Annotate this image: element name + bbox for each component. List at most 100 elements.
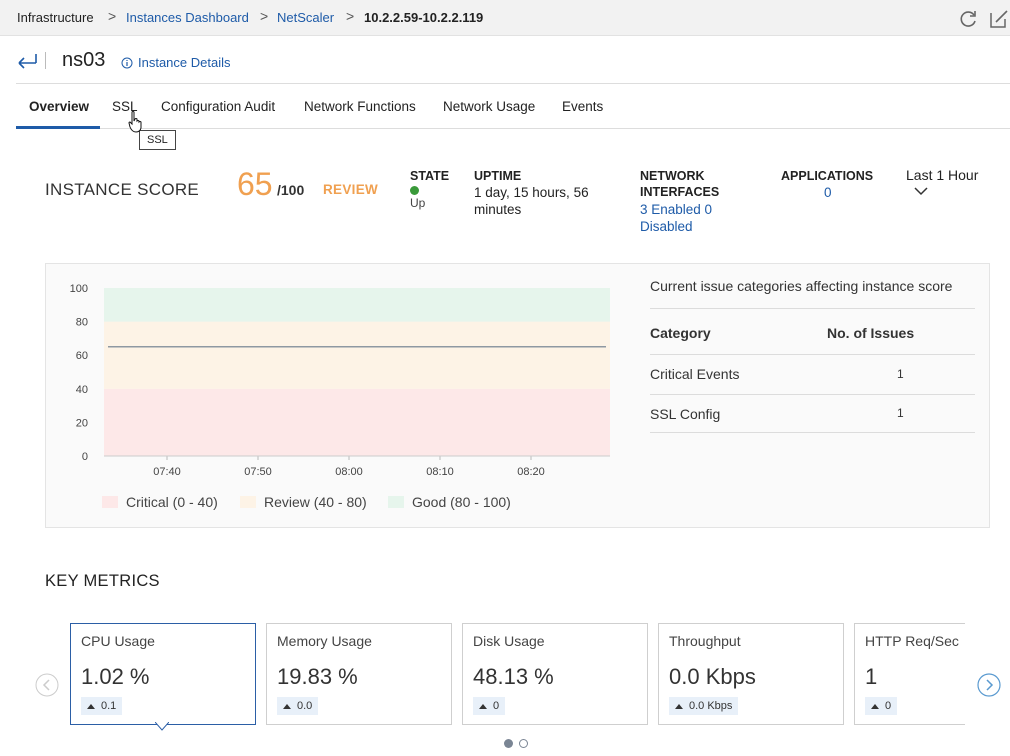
hand-cursor-icon [128, 111, 142, 133]
network-interfaces-link[interactable]: 3 Enabled 0 Disabled [640, 201, 730, 235]
legend-review: Review (40 - 80) [240, 494, 367, 510]
legend-review-label: Review (40 - 80) [264, 494, 367, 510]
y-tick-label: 20 [76, 417, 88, 429]
breadcrumb-separator: > [346, 8, 355, 24]
legend-good-label: Good (80 - 100) [412, 494, 511, 510]
metric-card-cpu[interactable]: CPU Usage 1.02 % 0.1 [70, 623, 256, 725]
divider [16, 83, 1010, 84]
instance-score-value: 65 [237, 166, 273, 202]
issue-count: 1 [897, 367, 904, 381]
metric-value: 1.02 % [81, 664, 150, 689]
info-icon [121, 57, 133, 68]
arrow-up-icon [871, 703, 879, 709]
issues-title: Current issue categories affecting insta… [650, 278, 953, 294]
issue-category: Critical Events [650, 366, 740, 382]
breadcrumb-separator: > [108, 8, 117, 24]
uptime-value: 1 day, 15 hours, 56 minutes [474, 185, 589, 217]
chevron-down-icon[interactable] [913, 186, 929, 196]
metric-card-disk[interactable]: Disk Usage 48.13 % 0 [462, 623, 648, 725]
metric-delta: 0 [493, 700, 500, 712]
instance-score-status: REVIEW [323, 182, 379, 197]
divider [45, 52, 46, 69]
metric-delta: 0 [885, 700, 892, 712]
col-header-category: Category [650, 325, 711, 341]
state-label: STATE [410, 169, 450, 183]
col-header-issues: No. of Issues [827, 325, 915, 341]
y-tick-label: 80 [76, 317, 88, 329]
metric-card-http-req[interactable]: HTTP Req/Sec 1 0 [854, 623, 965, 725]
carousel-next-button[interactable] [977, 673, 1001, 697]
divider [650, 308, 975, 309]
legend-review-swatch [240, 496, 256, 508]
score-band [104, 388, 610, 456]
metric-value: 1 [865, 664, 878, 689]
x-tick-label: 07:50 [244, 466, 272, 478]
uptime-label: UPTIME [474, 169, 522, 183]
issue-count: 1 [897, 406, 904, 420]
tab-network-usage[interactable]: Network Usage [443, 99, 535, 114]
applications-label: APPLICATIONS [781, 169, 874, 183]
page-title: ns03 [62, 49, 106, 71]
breadcrumb-current-instance: 10.2.2.59-10.2.2.119 [364, 10, 484, 25]
arrow-up-icon [675, 703, 683, 709]
carousel-prev-button[interactable] [35, 673, 59, 697]
breadcrumb-separator: > [260, 8, 269, 24]
arrow-up-icon [283, 703, 291, 709]
tab-network-functions[interactable]: Network Functions [304, 99, 416, 114]
metric-card-throughput[interactable]: Throughput 0.0 Kbps 0.0 Kbps [658, 623, 844, 725]
y-tick-label: 60 [76, 350, 88, 362]
legend-good-swatch [388, 496, 404, 508]
instance-score-max: /100 [277, 182, 305, 198]
carousel-clip: HTTP Req/Sec 1 0 [850, 620, 965, 730]
score-band [104, 288, 610, 322]
instance-score-label: INSTANCE SCORE [45, 180, 200, 199]
y-tick-label: 40 [76, 384, 88, 396]
metric-delta: 0.0 Kbps [689, 700, 733, 712]
y-tick-label: 100 [70, 283, 88, 295]
network-interfaces-label: NETWORK INTERFACES [640, 169, 720, 199]
metric-delta: 0.1 [101, 700, 117, 712]
metric-value: 19.83 % [277, 664, 358, 689]
metric-label: HTTP Req/Sec [865, 633, 959, 649]
y-tick-label: 0 [82, 451, 88, 463]
metric-delta-badge: 0.1 [81, 697, 123, 715]
metric-label: Throughput [669, 633, 741, 649]
time-period-selector[interactable]: Last 1 Hour [906, 167, 978, 183]
x-tick-label: 08:00 [335, 466, 363, 478]
instance-details-link[interactable]: Instance Details [121, 55, 231, 70]
breadcrumb-netscaler[interactable]: NetScaler [277, 10, 334, 25]
metric-value: 48.13 % [473, 664, 554, 689]
tab-configuration-audit[interactable]: Configuration Audit [161, 99, 275, 114]
arrow-up-icon [87, 703, 95, 709]
tab-events[interactable]: Events [562, 99, 603, 114]
score-band [104, 321, 610, 389]
back-arrow-icon[interactable] [16, 50, 38, 70]
key-metrics-title: KEY METRICS [45, 572, 160, 590]
applications-link[interactable]: 0 [824, 184, 832, 201]
metric-delta: 0.0 [297, 700, 313, 712]
carousel-page-dot[interactable] [519, 739, 528, 748]
divider [16, 128, 1010, 129]
arrow-up-icon [479, 703, 487, 709]
card-pointer [155, 722, 169, 731]
metric-delta-badge: 0 [865, 697, 898, 715]
carousel-page-dot-active[interactable] [504, 739, 513, 748]
instance-score-chart: 0 20 40 60 80 100 07:40 07:50 08:00 08:10 08:20 [70, 283, 610, 478]
instance-details-label: Instance Details [138, 55, 231, 70]
legend-critical-swatch [102, 496, 118, 508]
status-dot-icon [410, 186, 419, 195]
x-tick-label: 08:10 [426, 466, 454, 478]
metric-label: Disk Usage [473, 633, 545, 649]
active-tab-indicator [16, 126, 100, 129]
divider [650, 354, 975, 355]
breadcrumb-infrastructure[interactable]: Infrastructure [17, 10, 94, 25]
tab-overview[interactable]: Overview [29, 99, 89, 114]
edit-icon[interactable] [988, 8, 1010, 30]
breadcrumb-instances-dashboard[interactable]: Instances Dashboard [126, 10, 249, 25]
x-tick-label: 07:40 [153, 466, 181, 478]
metric-label: CPU Usage [81, 633, 155, 649]
refresh-icon[interactable] [957, 8, 979, 30]
metric-card-memory[interactable]: Memory Usage 19.83 % 0.0 [266, 623, 452, 725]
legend-critical-label: Critical (0 - 40) [126, 494, 218, 510]
issue-category: SSL Config [650, 406, 721, 422]
